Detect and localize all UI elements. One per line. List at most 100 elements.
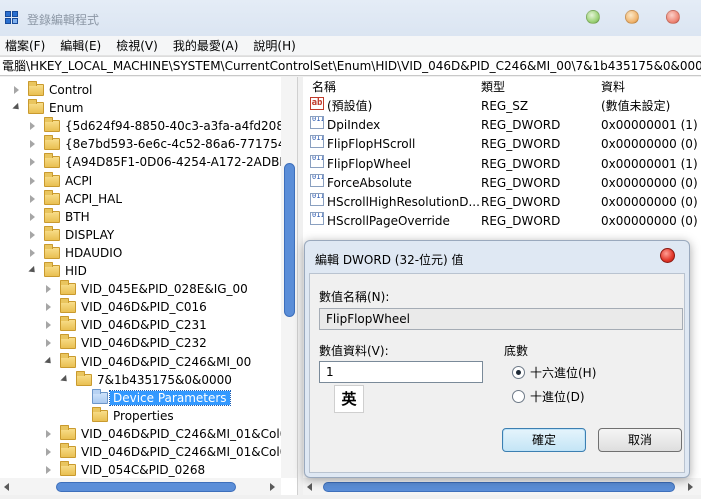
radio-dec[interactable]: 十進位(D) <box>512 388 585 405</box>
collapse-arrow-icon[interactable] <box>28 212 38 222</box>
tree-item[interactable]: {A94D85F1-0D06-4254-A172-2ADBECE <box>28 153 297 171</box>
tree-horizontal-scrollbar[interactable] <box>0 478 281 495</box>
tree-horizontal-scroll-thumb[interactable] <box>56 482 236 492</box>
folder-icon <box>44 153 60 169</box>
list-horizontal-scroll-thumb[interactable] <box>323 482 675 492</box>
collapse-arrow-icon[interactable] <box>44 320 54 330</box>
collapse-arrow-icon[interactable] <box>28 248 38 258</box>
menu-view[interactable]: 檢視(V) <box>111 37 163 54</box>
collapse-arrow-icon[interactable] <box>44 465 54 475</box>
scroll-right-arrow-icon[interactable] <box>270 483 275 491</box>
menu-edit[interactable]: 編輯(E) <box>55 37 106 54</box>
radio-hex-indicator[interactable] <box>512 366 525 379</box>
value-data: 0x00000000 (0) <box>601 195 698 209</box>
tree-item[interactable]: VID_054C&PID_0268 <box>44 461 205 479</box>
folder-icon <box>44 243 60 259</box>
list-horizontal-scrollbar[interactable] <box>303 478 701 495</box>
tree-item[interactable]: VID_046D&PID_C232 <box>44 334 207 352</box>
scroll-right-arrow-icon[interactable] <box>688 483 693 491</box>
ok-button[interactable]: 確定 <box>502 428 586 452</box>
tree-item[interactable]: BTH <box>28 207 90 226</box>
address-bar[interactable]: 電腦\HKEY_LOCAL_MACHINE\SYSTEM\CurrentCont… <box>0 56 701 76</box>
tree-item[interactable]: Enum <box>12 99 83 117</box>
column-header-type[interactable]: 類型 <box>481 77 505 97</box>
value-row[interactable]: 011 110ForceAbsolute REG_DWORD 0x00000000 … <box>303 173 701 193</box>
value-row[interactable]: 011 110HScrollPageOverride REG_DWORD 0x000… <box>303 212 701 231</box>
value-name: FlipFlopHScroll <box>327 137 416 152</box>
value-row[interactable]: ab (預設值) REG_SZ (數值未設定) <box>303 97 701 116</box>
tree-item[interactable]: DISPLAY <box>28 225 114 244</box>
tree-item[interactable]: 7&1b435175&0&0000 <box>60 370 232 389</box>
tree-item-label: VID_046D&PID_C246&MI_01&Col02 <box>81 445 295 459</box>
collapse-arrow-icon[interactable] <box>44 447 54 457</box>
folder-icon <box>60 424 76 440</box>
value-row[interactable]: 011 110FlipFlopWheel REG_DWORD 0x00000001 … <box>303 154 701 174</box>
value-name-field: FlipFlopWheel <box>319 308 683 330</box>
tree-item[interactable]: HDAUDIO <box>28 243 123 262</box>
collapse-arrow-icon[interactable] <box>28 230 38 240</box>
collapse-arrow-icon[interactable] <box>28 176 38 186</box>
tree-item[interactable]: HID <box>28 262 87 280</box>
expand-arrow-icon[interactable] <box>60 375 70 385</box>
dword-value-icon: 011 110 <box>310 135 324 149</box>
tree-item[interactable]: VID_046D&PID_C246&MI_01&Col01 <box>44 424 295 443</box>
tree-item[interactable]: VID_046D&PID_C016 <box>44 298 207 316</box>
expand-arrow-icon[interactable] <box>44 357 54 367</box>
maximize-button[interactable] <box>625 10 639 24</box>
value-data: (數值未設定) <box>601 99 671 113</box>
expand-arrow-icon[interactable] <box>12 103 22 113</box>
collapse-arrow-icon[interactable] <box>28 121 38 131</box>
close-window-button[interactable] <box>666 10 680 24</box>
value-row[interactable]: 011 110HScrollHighResolutionD...REG_DWOR… <box>303 193 701 212</box>
folder-icon <box>44 225 60 241</box>
menu-help[interactable]: 說明(H) <box>248 37 300 54</box>
tree-item[interactable]: {5d624f94-8850-40c3-a3fa-a4fd2080b <box>28 117 297 135</box>
column-header-name[interactable]: 名稱 <box>312 77 336 97</box>
radio-hex[interactable]: 十六進位(H) <box>512 364 596 381</box>
tree-item[interactable]: Control <box>12 81 92 99</box>
tree-item-label: VID_054C&PID_0268 <box>81 463 206 478</box>
tree-item[interactable]: VID_046D&PID_C246&MI_00 <box>44 352 251 371</box>
value-row[interactable]: 011 110DpiIndex REG_DWORD 0x00000001 (1) <box>303 116 701 135</box>
collapse-arrow-icon[interactable] <box>12 85 22 95</box>
tree-item[interactable]: VID_046D&PID_C246&MI_01&Col02 <box>44 443 295 461</box>
tree-item[interactable]: ACPI <box>28 171 92 190</box>
tree-item-label: BTH <box>65 209 90 224</box>
collapse-arrow-icon[interactable] <box>44 284 54 294</box>
value-data-input[interactable]: 1 <box>319 361 483 383</box>
scroll-left-arrow-icon[interactable] <box>4 483 9 491</box>
value-name-label: 數值名稱(N): <box>319 290 390 304</box>
menu-file[interactable]: 檔案(F) <box>0 37 50 54</box>
menu-favorites[interactable]: 我的最愛(A) <box>168 37 244 54</box>
tree-item[interactable]: Properties <box>76 406 174 425</box>
radio-dec-indicator[interactable] <box>512 390 525 403</box>
folder-icon <box>92 388 108 404</box>
tree-item[interactable]: ACPI_HAL <box>28 189 122 208</box>
column-header-data[interactable]: 資料 <box>601 77 625 97</box>
tree-item[interactable]: {8e7bd593-6e6c-4c52-86a6-77175494 <box>28 135 297 153</box>
tree-item[interactable]: Device Parameters <box>76 388 231 407</box>
collapse-arrow-icon[interactable] <box>44 429 54 439</box>
dialog-close-icon[interactable] <box>660 248 675 263</box>
collapse-arrow-icon[interactable] <box>44 338 54 348</box>
tree-vertical-scrollbar[interactable] <box>281 77 297 478</box>
minimize-button[interactable] <box>586 10 600 24</box>
expand-arrow-icon[interactable] <box>28 266 38 276</box>
collapse-arrow-icon[interactable] <box>28 194 38 204</box>
collapse-arrow-icon[interactable] <box>28 157 38 167</box>
value-name: HScrollHighResolutionD... <box>327 195 480 209</box>
key-tree: Control Enum {5d624f94-8850-40c3-a3fa-a4fd… <box>0 77 298 495</box>
collapse-arrow-icon[interactable] <box>28 139 38 149</box>
tree-item[interactable]: VID_046D&PID_C231 <box>44 316 207 334</box>
tree-item[interactable]: VID_045E&PID_028E&IG_00 <box>44 280 248 298</box>
tree-item-label: Device Parameters <box>109 389 231 406</box>
tree-item-label: HID <box>65 264 87 278</box>
tree-vertical-scroll-thumb[interactable] <box>284 163 295 317</box>
scroll-left-arrow-icon[interactable] <box>307 483 312 491</box>
tree-item-label: HDAUDIO <box>65 245 123 260</box>
tree-item-label: 7&1b435175&0&0000 <box>97 372 232 387</box>
cancel-button[interactable]: 取消 <box>598 428 682 452</box>
value-row[interactable]: 011 110FlipFlopHScroll REG_DWORD 0x0000000… <box>303 135 701 154</box>
collapse-arrow-icon[interactable] <box>44 302 54 312</box>
